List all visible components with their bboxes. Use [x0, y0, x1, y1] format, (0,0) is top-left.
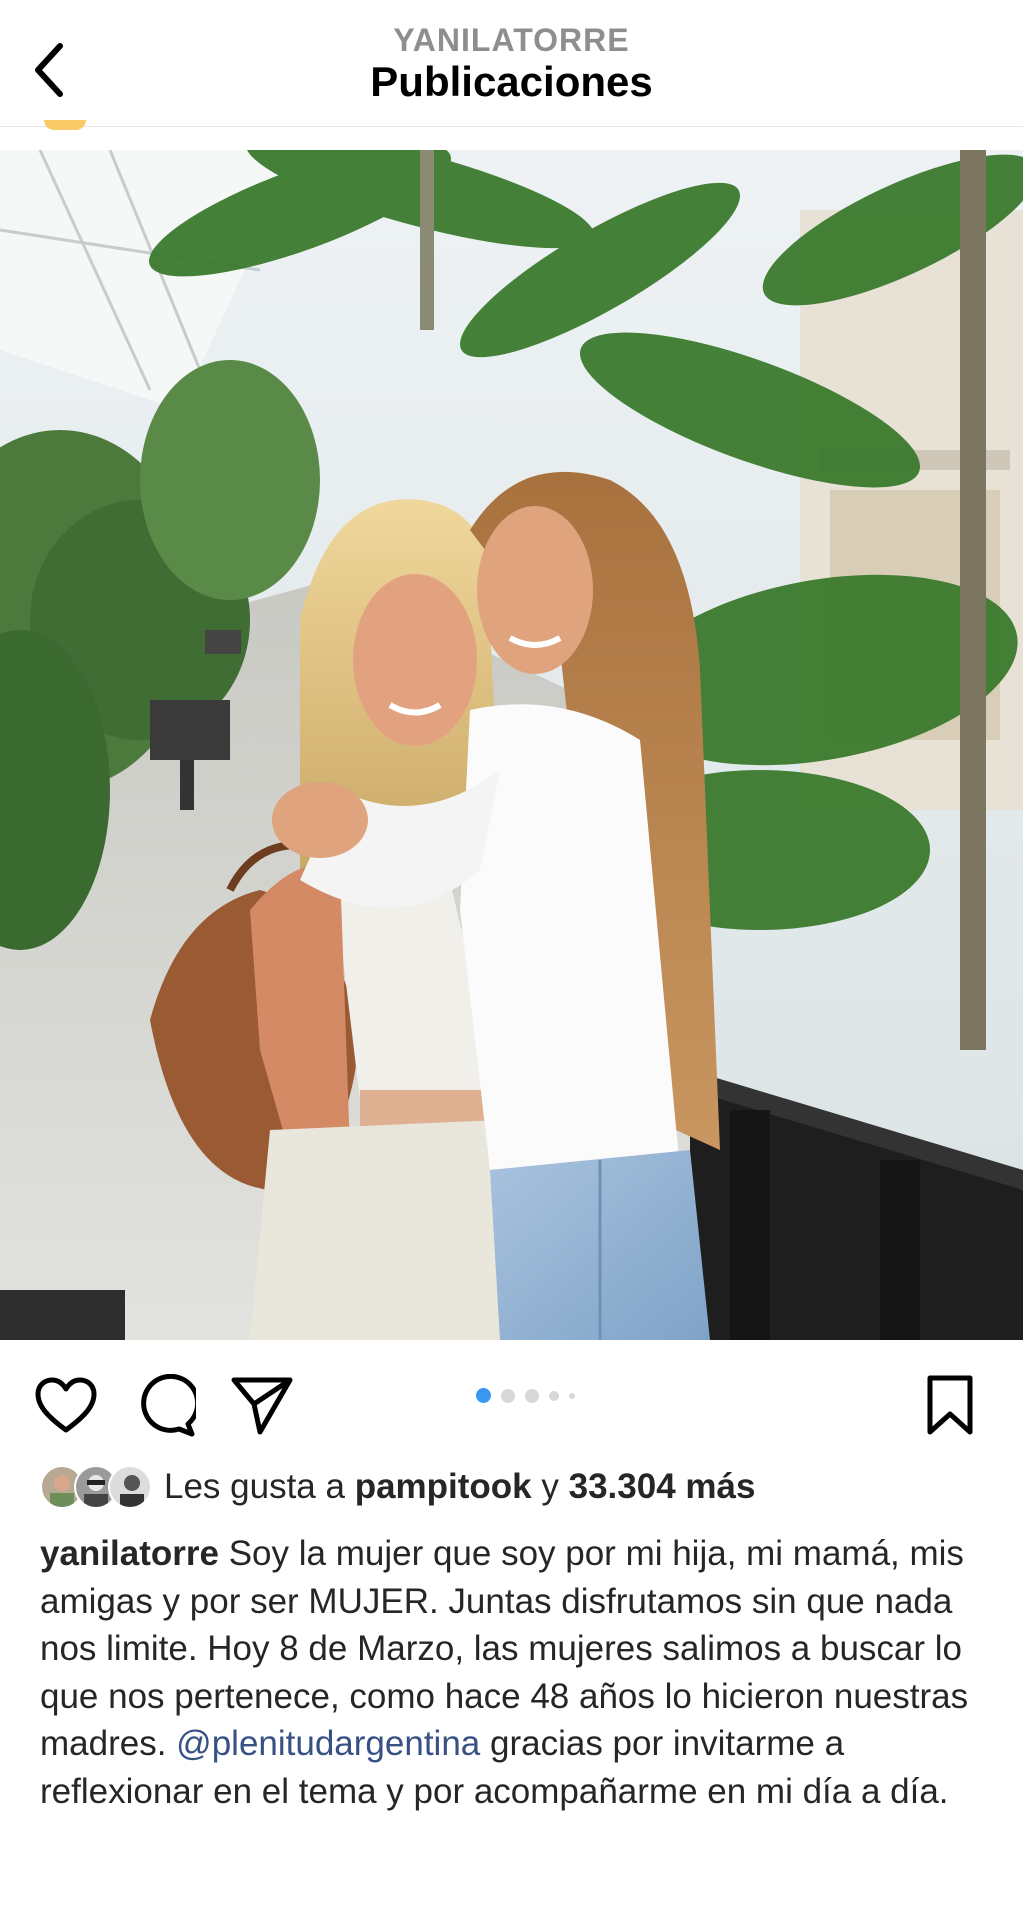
carousel-dot — [569, 1392, 575, 1399]
comment-button[interactable] — [132, 1373, 201, 1438]
avatar — [108, 1465, 152, 1509]
profile-username[interactable]: YANILATORRE — [0, 22, 1023, 59]
liker-username[interactable]: pampitook — [355, 1467, 532, 1507]
paper-plane-icon — [231, 1377, 293, 1435]
post-image — [0, 150, 1023, 1340]
liker-avatars — [40, 1465, 152, 1509]
share-button[interactable] — [230, 1374, 294, 1438]
likes-summary[interactable]: Les gusta a pampitook y 33.304 más — [40, 1460, 755, 1514]
comment-bubble-icon — [141, 1373, 201, 1437]
like-button[interactable] — [34, 1374, 98, 1438]
save-button[interactable] — [918, 1374, 982, 1438]
caption-author[interactable]: yanilatorre — [40, 1534, 219, 1573]
likes-count[interactable]: 33.304 más — [569, 1467, 756, 1507]
carousel-indicator — [476, 1388, 575, 1403]
post-caption: yanilatorre Soy la mujer que soy por mi … — [40, 1530, 980, 1815]
page-title: Publicaciones — [370, 58, 653, 105]
post-photo[interactable] — [0, 150, 1023, 1340]
caption-mention[interactable]: @plenitudargentina — [176, 1724, 480, 1763]
likes-prefix: Les gusta a — [164, 1467, 345, 1506]
carousel-dot — [476, 1388, 491, 1403]
carousel-dot — [525, 1388, 539, 1403]
bookmark-icon — [927, 1375, 973, 1435]
carousel-dot — [501, 1388, 515, 1403]
carousel-dot — [549, 1390, 559, 1401]
story-ring-peek — [44, 120, 86, 130]
heart-icon — [35, 1377, 97, 1433]
top-bar: YANILATORRE Publicaciones — [0, 0, 1023, 127]
likes-connector: y — [541, 1467, 559, 1506]
